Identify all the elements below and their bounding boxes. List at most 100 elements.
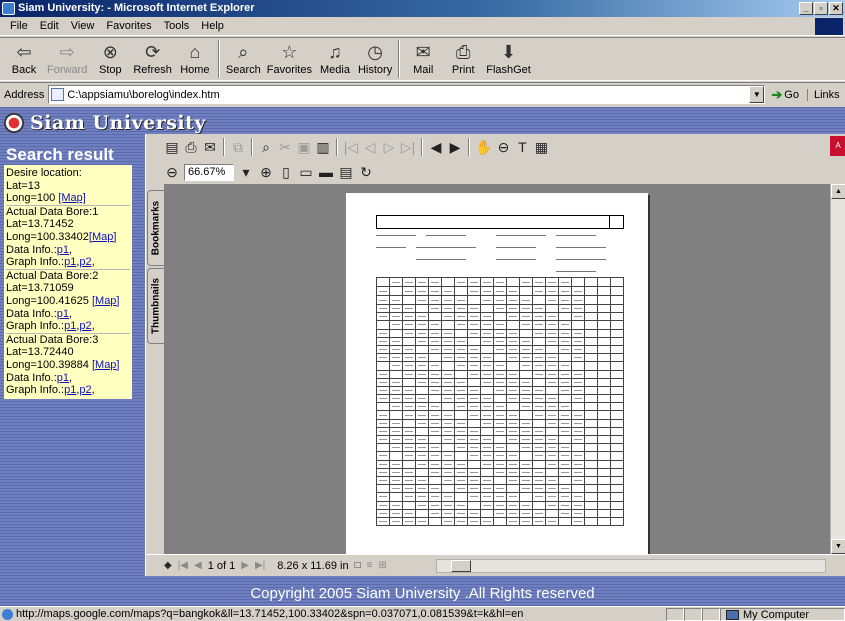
bore-2-map-link[interactable]: [Map] [92, 295, 120, 307]
zoom-level-input[interactable]: 66.67% [184, 163, 234, 181]
bore-3-graph-p1-link[interactable]: p1 [64, 384, 76, 396]
address-dropdown-icon[interactable]: ▼ [749, 86, 765, 103]
navigation-pane-icon[interactable]: ▥ [315, 139, 331, 156]
close-button[interactable]: ✕ [829, 2, 843, 15]
document-vertical-scrollbar[interactable]: ▲ ▼ [830, 184, 845, 554]
search-button[interactable]: ⌕ Search [223, 38, 264, 76]
cell-text-mark [522, 504, 530, 506]
previous-page-icon[interactable]: ◁ [362, 139, 378, 156]
fit-width-icon[interactable]: ▬ [318, 164, 334, 180]
next-page-icon[interactable]: ▷ [381, 139, 397, 156]
minimize-button[interactable]: _ [799, 2, 813, 15]
go-button[interactable]: ➔ Go [771, 87, 799, 103]
text-select-icon[interactable]: T [514, 139, 530, 155]
bore-1-graph-p1-link[interactable]: p1 [64, 256, 76, 268]
bore-2-graph-p2-link[interactable]: p2 [79, 320, 91, 332]
home-button[interactable]: ⌂ Home [175, 38, 215, 76]
status-cell [684, 607, 702, 621]
cell-text-mark [509, 471, 517, 473]
previous-view-icon[interactable]: ◀ [428, 139, 444, 156]
stop-button[interactable]: ⊗ Stop [90, 38, 130, 76]
actual-size-icon[interactable]: ▯ [278, 164, 294, 181]
menu-tools[interactable]: Tools [158, 20, 196, 32]
fit-page-icon[interactable]: ▭ [298, 164, 314, 181]
save-icon[interactable]: ▤ [164, 139, 180, 156]
status-first-page-icon[interactable]: |◀ [178, 560, 188, 571]
zoom-dropdown-icon[interactable]: ▾ [238, 164, 254, 181]
status-next-page-icon[interactable]: ▶ [241, 560, 249, 571]
table-cell [506, 402, 520, 412]
tab-thumbnails[interactable]: Thumbnails [147, 268, 164, 344]
cell-text-mark [457, 439, 465, 441]
paste-icon[interactable]: ▣ [296, 139, 312, 156]
bore-1-data-p1-link[interactable]: p1 [57, 244, 69, 256]
refresh-button[interactable]: ⟳ Refresh [130, 38, 175, 76]
address-value: C:\appsiamu\borelog\index.htm [67, 88, 220, 101]
favorites-button[interactable]: ☆ Favorites [264, 38, 315, 76]
page-icon [51, 88, 65, 101]
status-last-page-icon[interactable]: ▶| [255, 560, 265, 571]
table-cell [376, 353, 390, 363]
bore-3-data-p1-link[interactable]: p1 [57, 372, 69, 384]
report-text-line [556, 235, 596, 236]
table-cell [571, 418, 585, 428]
table-cell [402, 277, 416, 287]
bore-2-data-p1-link[interactable]: p1 [57, 308, 69, 320]
document-horizontal-scrollbar[interactable] [436, 559, 826, 573]
address-input[interactable]: C:\appsiamu\borelog\index.htm ▼ [48, 85, 766, 104]
zoom-tool-icon[interactable]: ⊖ [495, 139, 511, 156]
cell-text-mark [483, 480, 491, 482]
pages-menu-icon[interactable]: ◆ [164, 560, 172, 571]
report-metadata [376, 233, 624, 277]
page-indicator[interactable]: 1 of 1 [208, 560, 236, 572]
back-button[interactable]: ⇦ Back [4, 38, 44, 76]
snapshot-icon[interactable]: ▦ [533, 139, 549, 156]
next-view-icon[interactable]: ▶ [447, 139, 463, 156]
bore-3-map-link[interactable]: [Map] [92, 359, 120, 371]
restore-button[interactable]: ▫ [814, 2, 828, 15]
menu-edit[interactable]: Edit [34, 20, 65, 32]
scroll-up-icon[interactable]: ▲ [831, 184, 845, 199]
table-cell [493, 344, 507, 355]
fit-visible-icon[interactable]: ▤ [338, 164, 354, 181]
scroll-down-icon[interactable]: ▼ [831, 539, 845, 554]
rotate-view-icon[interactable]: ↻ [358, 164, 374, 181]
flashget-button[interactable]: ⬇ FlashGet [483, 38, 534, 76]
email-icon[interactable]: ✉ [202, 139, 218, 156]
menu-view[interactable]: View [65, 20, 101, 32]
media-button[interactable]: ♫ Media [315, 38, 355, 76]
continuous-icon[interactable]: ≡ [367, 560, 373, 571]
mail-button[interactable]: ✉ Mail [403, 38, 443, 76]
copy-icon[interactable]: ⧉ [230, 139, 246, 156]
forward-button[interactable]: ⇨ Forward [44, 38, 90, 76]
table-cell [493, 443, 507, 453]
first-page-icon[interactable]: |◁ [343, 139, 359, 156]
bore-1-map-link[interactable]: [Map] [89, 231, 117, 243]
print-button[interactable]: ⎙ Print [443, 38, 483, 76]
desire-map-link[interactable]: [Map] [58, 192, 86, 204]
table-cell [441, 303, 455, 314]
links-button[interactable]: Links [806, 88, 840, 101]
print-icon[interactable]: ⎙ [183, 139, 199, 156]
history-button[interactable]: ◷ History [355, 38, 395, 76]
bore-3-graph-p2-link[interactable]: p2 [79, 384, 91, 396]
menu-help[interactable]: Help [195, 20, 230, 32]
cut-icon[interactable]: ✂ [277, 139, 293, 156]
menu-file[interactable]: File [4, 20, 34, 32]
hand-tool-icon[interactable]: ✋ [475, 139, 492, 156]
document-area[interactable] [164, 184, 831, 554]
status-previous-page-icon[interactable]: ◀ [194, 560, 202, 571]
zoom-out-icon[interactable]: ⊖ [164, 164, 180, 181]
menu-favorites[interactable]: Favorites [100, 20, 157, 32]
find-icon[interactable]: ⌕ [258, 139, 274, 156]
bore-1-graph-p2-link[interactable]: p2 [79, 256, 91, 268]
tab-bookmarks[interactable]: Bookmarks [147, 190, 164, 266]
horizontal-scroll-thumb[interactable] [451, 560, 471, 572]
last-page-icon[interactable]: ▷| [400, 139, 416, 156]
single-page-icon[interactable]: □ [355, 560, 361, 571]
bore-2-graph-p1-link[interactable]: p1 [64, 320, 76, 332]
cell-text-mark [496, 406, 504, 408]
facing-icon[interactable]: ⊞ [378, 560, 386, 571]
zoom-in-icon[interactable]: ⊕ [258, 164, 274, 181]
table-cell [389, 484, 403, 494]
